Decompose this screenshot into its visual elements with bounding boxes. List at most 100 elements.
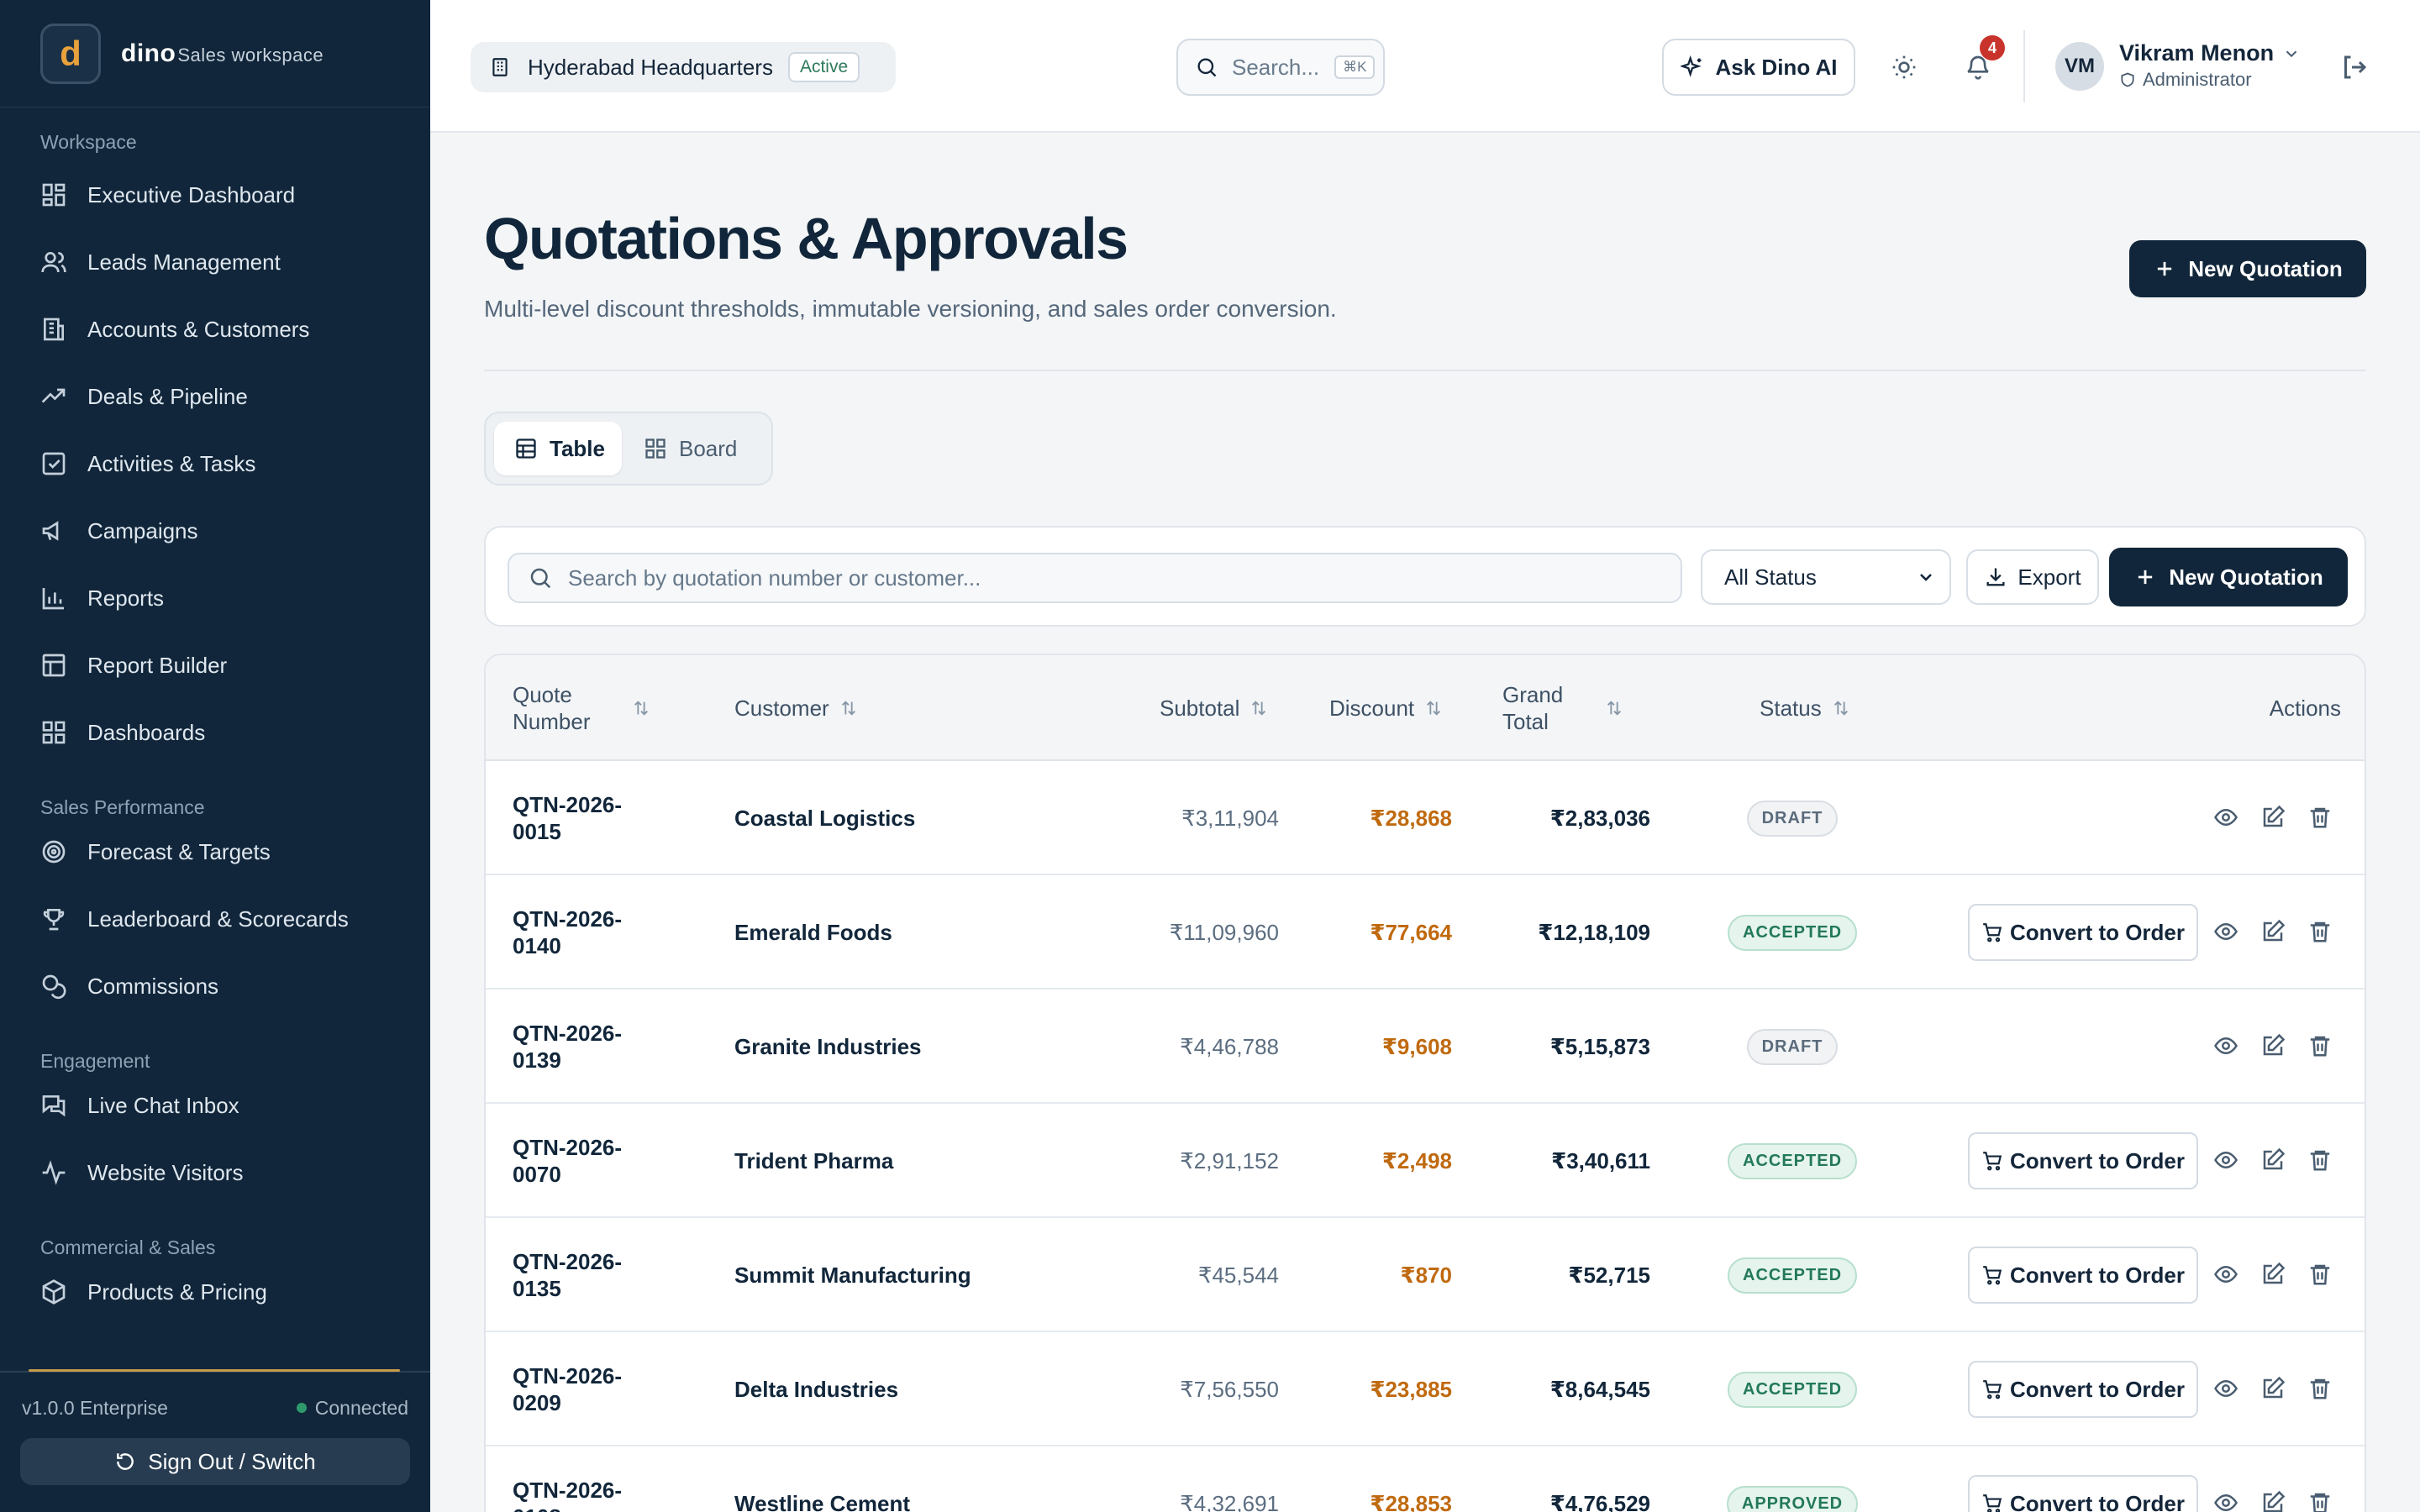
discount-value: ₹28,853 [1370, 1490, 1452, 1512]
subtotal-value: ₹3,11,904 [1181, 805, 1279, 831]
column-label: Discount [1329, 696, 1415, 721]
sidebar-item-deals[interactable]: Deals & Pipeline [0, 363, 430, 430]
search-placeholder: Search... [1232, 54, 1320, 80]
convert-to-order-button[interactable]: Convert to Order [1968, 1475, 2198, 1512]
sidebar-item-activities[interactable]: Activities & Tasks [0, 430, 430, 497]
export-button[interactable]: Export [1966, 549, 2099, 605]
quote-number[interactable]: QTN-2026-0209 [513, 1332, 655, 1446]
status-badge: ACCEPTED [1728, 914, 1858, 951]
ask-ai-button[interactable]: Ask Dino AI [1662, 39, 1855, 96]
convert-to-order-button[interactable]: Convert to Order [1968, 1132, 2198, 1189]
table-row[interactable]: QTN-2026-0139 Granite Industries ₹4,46,788… [486, 990, 2365, 1104]
edit-icon[interactable] [2260, 1376, 2287, 1403]
edit-icon[interactable] [2260, 1490, 2287, 1512]
eye-icon[interactable] [2213, 1033, 2240, 1060]
users-icon [41, 252, 66, 273]
sidebar-item-report-builder[interactable]: Report Builder [0, 632, 430, 699]
notification-count: 4 [1980, 35, 2005, 60]
convert-to-order-button[interactable]: Convert to Order [1968, 1361, 2198, 1418]
new-quotation-button[interactable]: New Quotation [2109, 548, 2348, 606]
sidebar-item-campaigns[interactable]: Campaigns [0, 497, 430, 564]
quote-number[interactable]: QTN-2026-0139 [513, 990, 655, 1104]
status-filter-value: All Status [1724, 564, 1817, 590]
trash-icon[interactable] [2307, 1376, 2334, 1403]
convert-to-order-button[interactable]: Convert to Order [1968, 1247, 2198, 1304]
grand-total-value: ₹4,76,529 [1549, 1490, 1650, 1512]
quote-number[interactable]: QTN-2026-0108 [513, 1446, 655, 1512]
convert-to-order-button[interactable]: Convert to Order [1968, 904, 2198, 961]
sidebar-item-executive-dashboard[interactable]: Executive Dashboard [0, 161, 430, 228]
new-quotation-button[interactable]: New Quotation [2129, 240, 2366, 297]
status-filter-select[interactable]: All Status [1701, 549, 1951, 605]
customer-name: Westline Cement [734, 1490, 911, 1512]
table-row[interactable]: QTN-2026-0070 Trident Pharma ₹2,91,152 ₹2,4… [486, 1104, 2365, 1218]
column-header-grand-total[interactable]: Grand Total [1502, 655, 1662, 761]
sidebar-item-dashboards[interactable]: Dashboards [0, 699, 430, 766]
sidebar-item-website-visitors[interactable]: Website Visitors [0, 1139, 430, 1206]
page-subtitle: Multi-level discount thresholds, immutab… [484, 296, 1337, 322]
global-search[interactable]: Search... ⌘K [1176, 39, 1385, 96]
cart-icon [1981, 1493, 2010, 1512]
trash-icon[interactable] [2307, 1033, 2334, 1060]
edit-icon[interactable] [2260, 1147, 2287, 1174]
quote-number[interactable]: QTN-2026-0135 [513, 1218, 655, 1332]
sidebar-item-commissions[interactable]: Commissions [0, 953, 430, 1020]
quote-number[interactable]: QTN-2026-0140 [513, 875, 655, 990]
table-row[interactable]: QTN-2026-0015 Coastal Logistics ₹3,11,904 ₹… [486, 761, 2365, 875]
sidebar-item-live-chat[interactable]: Live Chat Inbox [0, 1072, 430, 1139]
org-switcher[interactable]: Hyderabad Headquarters Active [471, 42, 896, 92]
user-menu[interactable]: Vikram Menon [2119, 40, 2301, 66]
sidebar-item-products[interactable]: Products & Pricing [0, 1258, 430, 1326]
column-header-discount[interactable]: Discount [1329, 655, 1443, 761]
eye-icon[interactable] [2213, 1262, 2240, 1289]
trash-icon[interactable] [2307, 805, 2334, 832]
edit-icon[interactable] [2260, 1033, 2287, 1060]
notifications-button[interactable]: 4 [1961, 35, 2005, 84]
trash-icon[interactable] [2307, 1262, 2334, 1289]
table-icon [42, 654, 66, 677]
table-row[interactable]: QTN-2026-0140 Emerald Foods ₹11,09,960 ₹77,… [486, 875, 2365, 990]
column-header-customer[interactable]: Customer [734, 655, 858, 761]
table-row[interactable]: QTN-2026-0108 Westline Cement ₹4,32,691 ₹28… [486, 1446, 2365, 1512]
theme-toggle[interactable] [1887, 50, 1921, 84]
edit-icon[interactable] [2260, 1262, 2287, 1289]
table-row[interactable]: QTN-2026-0209 Delta Industries ₹7,56,550 ₹2… [486, 1332, 2365, 1446]
logout-button[interactable] [2339, 52, 2370, 82]
logout-icon [2344, 55, 2367, 79]
sidebar-item-label: Dashboards [87, 719, 206, 745]
column-header-status[interactable]: Status [1760, 655, 1850, 761]
eye-icon[interactable] [2213, 919, 2240, 946]
discount-value: ₹870 [1400, 1262, 1452, 1288]
eye-icon[interactable] [2213, 1376, 2240, 1403]
trash-icon[interactable] [2307, 919, 2334, 946]
trash-icon[interactable] [2307, 1490, 2334, 1512]
trash-icon[interactable] [2307, 1147, 2334, 1174]
sidebar-item-leads[interactable]: Leads Management [0, 228, 430, 296]
chevron-down-icon [2286, 50, 2297, 57]
column-header-subtotal[interactable]: Subtotal [1160, 655, 1268, 761]
eye-icon[interactable] [2213, 1490, 2240, 1512]
sidebar-item-accounts[interactable]: Accounts & Customers [0, 296, 430, 363]
brand[interactable]: d dinoSales workspace [0, 0, 430, 108]
tab-board-view[interactable]: Board [644, 422, 761, 475]
sidebar-item-forecast[interactable]: Forecast & Targets [0, 818, 430, 885]
sign-out-button[interactable]: Sign Out / Switch [20, 1438, 410, 1485]
eye-icon[interactable] [2213, 1147, 2240, 1174]
edit-icon[interactable] [2260, 805, 2287, 832]
package-icon [42, 1279, 66, 1305]
sidebar-item-leaderboard[interactable]: Leaderboard & Scorecards [0, 885, 430, 953]
sidebar-item-reports[interactable]: Reports [0, 564, 430, 632]
quotation-search[interactable] [508, 553, 1682, 603]
plus-icon [2158, 261, 2172, 276]
header-divider [2023, 30, 2025, 102]
edit-icon[interactable] [2260, 919, 2287, 946]
tab-table-view[interactable]: Table [494, 422, 622, 475]
quote-number[interactable]: QTN-2026-0070 [513, 1104, 655, 1218]
eye-icon[interactable] [2213, 805, 2240, 832]
search-input[interactable] [568, 564, 1660, 591]
quote-number[interactable]: QTN-2026-0015 [513, 761, 655, 875]
grand-total-value: ₹2,83,036 [1549, 805, 1650, 831]
table-row[interactable]: QTN-2026-0135 Summit Manufacturing ₹45,544… [486, 1218, 2365, 1332]
avatar[interactable]: VM [2055, 42, 2104, 91]
column-header-quote-number[interactable]: Quote Number [513, 655, 697, 761]
